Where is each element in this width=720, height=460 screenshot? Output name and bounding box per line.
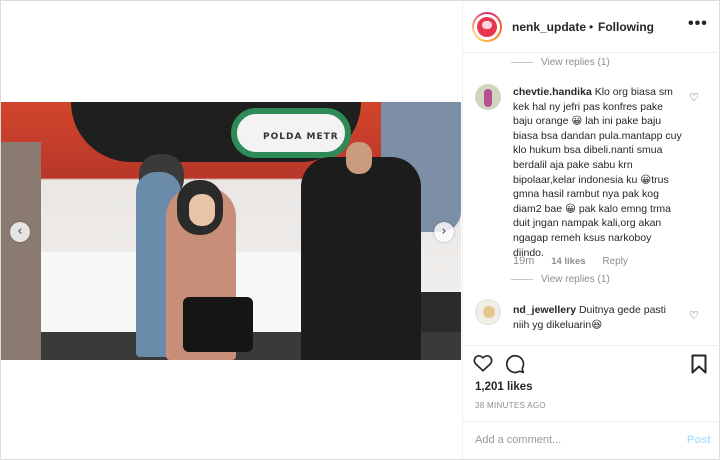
add-comment-input[interactable]: [475, 434, 675, 446]
commenter-avatar[interactable]: [475, 299, 501, 325]
person-left: [1, 142, 41, 360]
likes-count[interactable]: 1,201 likes: [475, 381, 533, 393]
handbag: [183, 297, 253, 352]
commenter-avatar[interactable]: [475, 84, 501, 110]
comment-likes[interactable]: 14 likes: [551, 256, 585, 267]
comment-text: nd_jewellery Duitnya gede pasti niih yg …: [513, 303, 685, 332]
more-options-icon[interactable]: •••: [688, 15, 708, 33]
previous-media-button[interactable]: ‹: [10, 222, 30, 242]
comment-username[interactable]: chevtie.handika: [513, 86, 592, 98]
view-replies-top[interactable]: View replies (1): [511, 57, 610, 68]
person-right: [301, 157, 421, 360]
post-header: nenk_update • Following •••: [463, 1, 720, 53]
post-actions: [463, 345, 720, 374]
comment-time: 19m: [513, 255, 535, 267]
like-heart-icon[interactable]: [473, 354, 493, 372]
add-comment-bar: Post: [463, 421, 720, 459]
author-avatar[interactable]: [472, 12, 502, 42]
view-replies-label: View replies (1): [541, 274, 610, 285]
post-button[interactable]: Post: [687, 434, 711, 446]
save-bookmark-icon[interactable]: [691, 354, 707, 374]
comment-bubble-icon[interactable]: [505, 354, 525, 374]
photographer-face: [346, 142, 372, 174]
comment-meta: 19m 14 likes Reply: [513, 255, 642, 267]
next-media-button[interactable]: ›: [434, 222, 454, 242]
header-separator: •: [589, 20, 594, 34]
woman-face: [189, 194, 215, 226]
post-sidebar: nenk_update • Following ••• View replies…: [462, 1, 720, 459]
following-button[interactable]: Following: [598, 20, 654, 34]
comment-text: chevtie.handika Klo org biasa sm kek hal…: [513, 85, 685, 260]
comment-content: Klo org biasa sm kek hal ny jefri pas ko…: [513, 86, 682, 259]
post-timestamp[interactable]: 38 MINUTES AGO: [475, 401, 546, 410]
view-replies-label: View replies (1): [541, 57, 610, 68]
comments-list[interactable]: View replies (1) chevtie.handika Klo org…: [463, 54, 720, 344]
replies-line: [511, 61, 533, 63]
post-media: POLDA METR ‹ ›: [1, 1, 461, 459]
emblem-text: POLDA METR: [263, 132, 339, 142]
view-replies-comment[interactable]: View replies (1): [511, 274, 610, 285]
video-player[interactable]: POLDA METR: [1, 102, 461, 360]
like-comment-heart-icon[interactable]: ♡: [689, 91, 699, 104]
replies-line: [511, 278, 533, 280]
reply-button[interactable]: Reply: [602, 256, 628, 267]
comment-username[interactable]: nd_jewellery: [513, 304, 576, 316]
author-username[interactable]: nenk_update: [512, 20, 586, 34]
like-comment-heart-icon[interactable]: ♡: [689, 309, 699, 322]
